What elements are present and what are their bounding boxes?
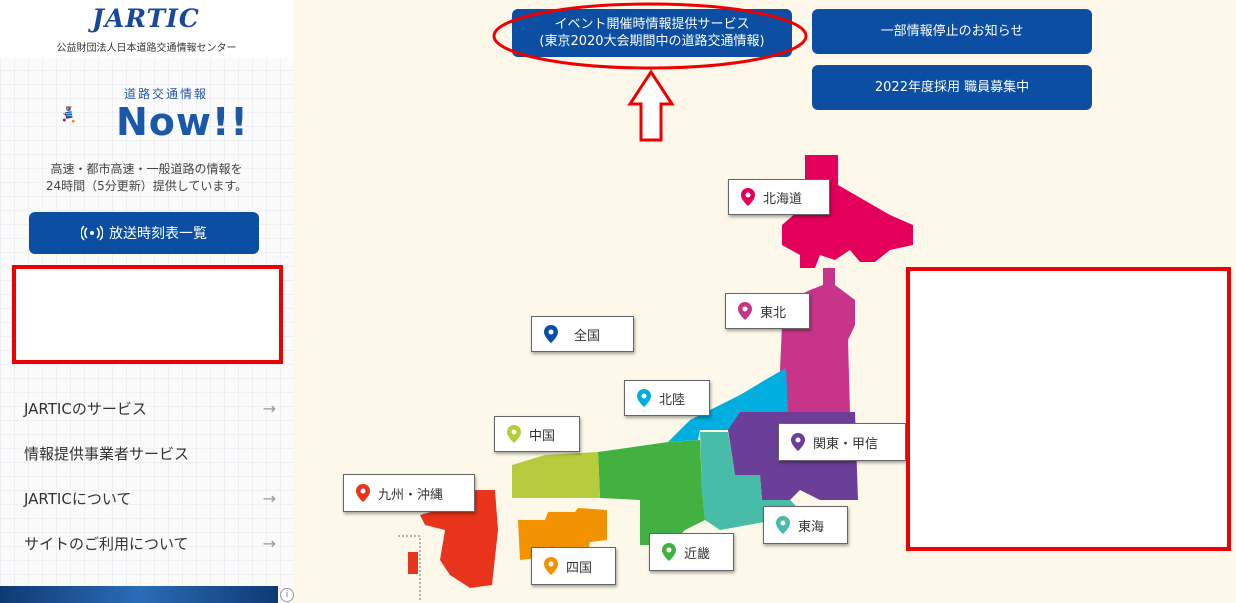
map-pin-icon bbox=[507, 425, 521, 443]
region-name: 東海 bbox=[798, 519, 825, 535]
region-name: 中国 bbox=[529, 428, 556, 444]
label-kyushu[interactable]: 九州・沖縄 bbox=[343, 474, 475, 512]
region-name: 北海道 bbox=[763, 191, 803, 207]
map-pin-icon bbox=[662, 543, 676, 561]
map-pin-icon bbox=[741, 188, 755, 206]
region-chugoku[interactable] bbox=[512, 452, 600, 498]
label-kinki[interactable]: 近畿 bbox=[649, 533, 734, 571]
map-pin-icon bbox=[544, 557, 558, 575]
label-tokai[interactable]: 東海 bbox=[763, 506, 848, 544]
label-kanto[interactable]: 関東・甲信 bbox=[778, 423, 906, 461]
region-okinawa[interactable] bbox=[408, 552, 418, 574]
map-pin-icon bbox=[791, 433, 805, 451]
label-zenkoku[interactable]: 全国 bbox=[531, 316, 634, 352]
region-name: 関東・甲信 bbox=[813, 436, 879, 452]
label-chugoku[interactable]: 中国 bbox=[494, 416, 580, 452]
label-tohoku[interactable]: 東北 bbox=[725, 293, 810, 329]
region-name: 近畿 bbox=[684, 546, 711, 562]
right-ad-placeholder bbox=[906, 267, 1231, 551]
map-pin-icon bbox=[776, 516, 790, 534]
region-name: 九州・沖縄 bbox=[378, 487, 444, 503]
map-pin-icon bbox=[544, 325, 558, 343]
map-pin-icon bbox=[356, 484, 370, 502]
region-name: 全国 bbox=[574, 328, 601, 344]
region-tohoku[interactable] bbox=[780, 268, 855, 412]
label-shikoku[interactable]: 四国 bbox=[531, 547, 616, 585]
map-pin-icon bbox=[738, 302, 752, 320]
label-hokuriku[interactable]: 北陸 bbox=[624, 380, 710, 416]
region-name: 四国 bbox=[566, 560, 593, 576]
region-kinki[interactable] bbox=[598, 440, 705, 545]
label-hokkaido[interactable]: 北海道 bbox=[728, 179, 830, 215]
region-name: 東北 bbox=[760, 305, 787, 321]
map-pin-icon bbox=[637, 389, 651, 407]
region-name: 北陸 bbox=[659, 392, 686, 408]
